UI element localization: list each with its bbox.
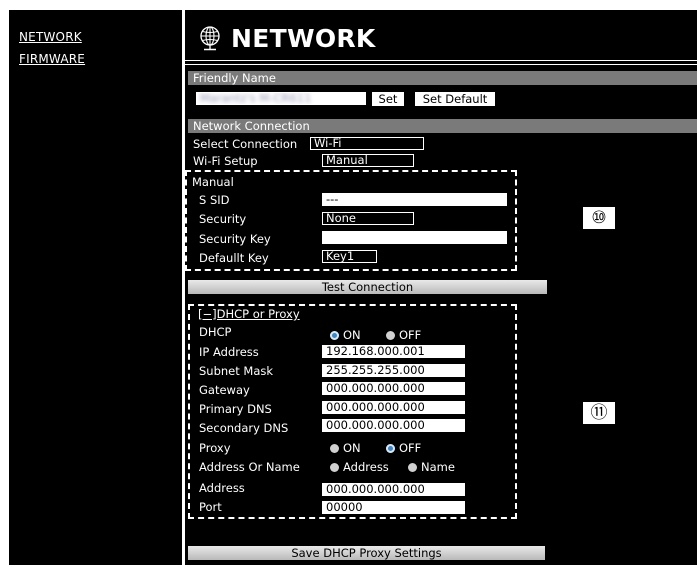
primary-dns-input[interactable]: 000.000.000.000 [322,401,465,414]
dhcp-callout-arrow-icon [523,406,583,420]
subnet-mask-input[interactable]: 255.255.255.000 [322,364,465,377]
page: NETWORK FIRMWARE NETWORK Friendly Name M… [0,0,697,571]
secondary-dns-input[interactable]: 000.000.000.000 [322,419,465,432]
radio-unselected-icon [330,463,339,472]
save-dhcp-proxy-button[interactable]: Save DHCP Proxy Settings [188,546,545,560]
radio-unselected-icon [386,331,395,340]
select-connection-label: Select Connection [193,137,298,151]
wifi-setup-label: Wi-Fi Setup [193,154,258,168]
dhcp-callout-label: ⑪ [582,401,616,425]
friendly-name-value: Marantz's M-CR611 [200,92,312,105]
security-key-input[interactable] [322,231,507,244]
dhcp-off-label: OFF [399,328,422,342]
name-radio[interactable]: Name [408,460,455,474]
default-key-field[interactable]: Key1 [322,250,377,263]
title-row: NETWORK [197,18,376,58]
security-key-label: Security Key [199,232,271,246]
address-or-name-label: Address Or Name [199,460,300,474]
port-label: Port [199,500,222,514]
manual-callout-label: ⑩ [582,206,616,230]
proxy-on-label: ON [343,441,361,455]
network-connection-section-bar: Network Connection [188,119,697,133]
radio-selected-icon [386,444,395,453]
ip-address-input[interactable]: 192.168.000.001 [322,345,465,358]
sidebar-item-firmware[interactable]: FIRMWARE [19,52,85,66]
main-panel: NETWORK Friendly Name Marantz's M-CR611 … [185,10,697,565]
test-connection-button[interactable]: Test Connection [188,280,547,294]
page-title: NETWORK [231,23,376,53]
globe-icon [200,26,220,51]
ssid-label: S SID [199,193,230,207]
dhcp-off-radio[interactable]: OFF [386,328,421,342]
ssid-input[interactable]: --- [322,193,507,206]
dhcp-on-label: ON [343,328,361,342]
dhcp-proxy-heading[interactable]: [−]DHCP or Proxy [198,307,300,321]
dhcp-on-radio[interactable]: ON [330,328,361,342]
set-button[interactable]: Set [372,92,404,106]
sidebar: NETWORK FIRMWARE [9,10,182,565]
security-field[interactable]: None [322,212,414,225]
manual-heading: Manual [192,175,234,189]
address-input[interactable]: 000.000.000.000 [322,483,465,496]
subnet-mask-label: Subnet Mask [199,364,274,378]
friendly-name-section-bar: Friendly Name [188,71,697,85]
title-divider [185,60,697,61]
sidebar-item-network[interactable]: NETWORK [19,30,82,44]
manual-callout-arrow-icon [523,211,583,225]
radio-unselected-icon [408,463,417,472]
gateway-label: Gateway [199,383,250,397]
proxy-off-label: OFF [399,441,422,455]
select-connection-field[interactable]: Wi-Fi [310,137,424,150]
proxy-on-radio[interactable]: ON [330,441,361,455]
address-option-label: Address [343,460,389,474]
port-input[interactable]: 00000 [322,501,465,514]
address-label: Address [199,481,245,495]
default-key-label: Defaullt Key [199,251,269,265]
security-label: Security [199,212,247,226]
dhcp-label: DHCP [199,325,232,339]
title-divider [185,64,697,65]
proxy-off-radio[interactable]: OFF [386,441,421,455]
address-radio[interactable]: Address [330,460,389,474]
set-default-button[interactable]: Set Default [415,92,495,106]
friendly-name-input[interactable]: Marantz's M-CR611 [196,92,366,105]
gateway-input[interactable]: 000.000.000.000 [322,382,465,395]
name-option-label: Name [421,460,455,474]
secondary-dns-label: Secondary DNS [199,421,289,435]
primary-dns-label: Primary DNS [199,402,272,416]
proxy-label: Proxy [199,441,231,455]
radio-unselected-icon [330,444,339,453]
ip-address-label: IP Address [199,345,259,359]
wifi-setup-field[interactable]: Manual [322,154,414,167]
radio-selected-icon [330,331,339,340]
